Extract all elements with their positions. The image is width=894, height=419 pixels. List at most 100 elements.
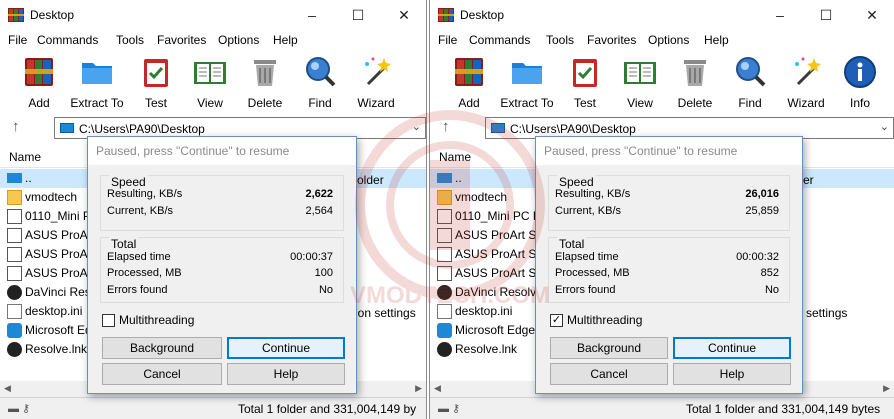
menu-favorites[interactable]: Favorites — [157, 33, 206, 47]
title-bar[interactable]: Desktop – ☐ ✕ — [430, 0, 894, 30]
dialog-title: Paused, press "Continue" to resume — [96, 144, 290, 158]
document-icon — [437, 247, 452, 262]
menu-options[interactable]: Options — [648, 33, 689, 47]
multithreading-checkbox[interactable]: ✓ — [550, 314, 563, 327]
scroll-left-icon[interactable]: ◀ — [434, 383, 441, 394]
title-bar[interactable]: Desktop – ☐ ✕ — [0, 0, 426, 30]
multithreading-checkbox[interactable] — [102, 314, 115, 327]
type-column-text: older — [357, 173, 384, 187]
wizard-label: Wizard — [357, 96, 395, 110]
desktop-icon — [491, 123, 505, 133]
maximize-button[interactable]: ☐ — [803, 0, 849, 30]
file-name: desktop.ini — [455, 304, 513, 318]
wizard-button[interactable]: Wizard — [343, 54, 409, 110]
minimize-button[interactable]: – — [289, 0, 335, 30]
file-name: 0110_Mini PC P — [455, 209, 541, 223]
file-name: ASUS ProArt Se — [455, 228, 544, 242]
progress-dialog-right: Paused, press "Continue" to resume Speed… — [535, 136, 803, 394]
folder-icon — [7, 190, 22, 205]
settings-file-icon — [7, 304, 22, 319]
resulting-value: 2,622 — [305, 188, 333, 200]
errors-label: Errors found — [107, 284, 168, 296]
multithreading-label: Multithreading — [567, 313, 643, 327]
davinci-resolve-icon — [7, 342, 22, 357]
file-name: Resolve.lnk — [25, 342, 88, 356]
test-clipboard-icon — [144, 59, 168, 87]
add-button[interactable]: Add — [6, 54, 72, 110]
minimize-button[interactable]: – — [757, 0, 803, 30]
menu-commands[interactable]: Commands — [469, 33, 530, 47]
cancel-button[interactable]: Cancel — [550, 363, 668, 385]
background-button[interactable]: Background — [102, 337, 222, 359]
settings-file-icon — [437, 304, 452, 319]
continue-button[interactable]: Continue — [673, 337, 791, 359]
menu-help[interactable]: Help — [704, 33, 729, 47]
resulting-label: Resulting, KB/s — [107, 188, 183, 200]
chevron-down-icon[interactable]: ⌄ — [412, 120, 421, 133]
menu-tools[interactable]: Tools — [546, 33, 574, 47]
toolbar: Add Extract To Test View Delete Find Wiz… — [430, 50, 894, 112]
menu-file[interactable]: File — [8, 33, 27, 47]
document-icon — [7, 266, 22, 281]
menu-options[interactable]: Options — [218, 33, 259, 47]
elapsed-label: Elapsed time — [555, 251, 619, 263]
resulting-value: 26,016 — [745, 188, 779, 200]
document-icon — [7, 228, 22, 243]
help-button[interactable]: Help — [227, 363, 345, 385]
menu-commands[interactable]: Commands — [37, 33, 98, 47]
total-group: Total Elapsed time 00:00:37 Processed, M… — [100, 237, 344, 303]
scroll-left-icon[interactable]: ◀ — [4, 383, 11, 394]
background-button[interactable]: Background — [550, 337, 668, 359]
drive-key-icon[interactable]: ▬ ⚷ — [8, 402, 30, 415]
progress-dialog-left: Paused, press "Continue" to resume Speed… — [87, 136, 357, 394]
menu-tools[interactable]: Tools — [116, 33, 144, 47]
menu-help[interactable]: Help — [273, 33, 298, 47]
resulting-label: Resulting, KB/s — [555, 188, 631, 200]
extract-to-button[interactable]: Extract To — [494, 54, 560, 110]
file-name: Microsoft Edge — [455, 323, 536, 337]
add-button[interactable]: Add — [436, 54, 502, 110]
total-group: Total Elapsed time 00:00:32 Processed, M… — [548, 237, 790, 303]
menu-favorites[interactable]: Favorites — [587, 33, 636, 47]
close-button[interactable]: ✕ — [849, 0, 894, 30]
dialog-title-bar[interactable]: Paused, press "Continue" to resume — [88, 137, 356, 165]
trash-icon — [684, 60, 706, 86]
dialog-title: Paused, press "Continue" to resume — [544, 144, 738, 158]
current-value: 2,564 — [305, 205, 333, 217]
elapsed-value: 00:00:37 — [290, 251, 333, 263]
davinci-resolve-icon — [437, 342, 452, 357]
close-button[interactable]: ✕ — [381, 0, 426, 30]
help-button[interactable]: Help — [673, 363, 791, 385]
scroll-right-icon[interactable]: ▶ — [883, 383, 890, 394]
add-label: Add — [458, 96, 480, 110]
menu-file[interactable]: File — [438, 33, 457, 47]
edge-icon — [7, 323, 22, 338]
info-button[interactable]: Info — [827, 54, 893, 110]
current-label: Current, KB/s — [107, 205, 174, 217]
davinci-resolve-icon — [437, 285, 452, 300]
column-name[interactable]: Name — [439, 150, 471, 164]
chevron-down-icon[interactable]: ⌄ — [880, 120, 889, 133]
continue-button[interactable]: Continue — [227, 337, 345, 359]
speed-title: Speed — [557, 175, 596, 189]
type-column-text: er — [803, 173, 814, 187]
davinci-resolve-icon — [7, 285, 22, 300]
path-text: C:\Users\PA90\Desktop — [510, 122, 636, 136]
up-arrow-icon[interactable]: ↑ — [12, 118, 20, 135]
file-name: 0110_Mini P — [25, 209, 91, 223]
extract-to-button[interactable]: Extract To — [64, 54, 130, 110]
file-name: ASUS ProAr — [25, 228, 92, 242]
column-name[interactable]: Name — [9, 150, 41, 164]
drive-key-icon[interactable]: ▬ ⚷ — [438, 402, 460, 415]
maximize-button[interactable]: ☐ — [335, 0, 381, 30]
processed-value: 100 — [314, 267, 333, 279]
cancel-button[interactable]: Cancel — [102, 363, 222, 385]
winrar-app-icon — [8, 8, 24, 22]
current-label: Current, KB/s — [555, 205, 622, 217]
file-name: vmodtech — [25, 190, 78, 204]
file-name: DaVinci Resolv — [455, 285, 537, 299]
processed-label: Processed, MB — [107, 267, 182, 279]
scroll-right-icon[interactable]: ▶ — [415, 383, 422, 394]
up-arrow-icon[interactable]: ↑ — [442, 118, 450, 135]
dialog-title-bar[interactable]: Paused, press "Continue" to resume — [536, 137, 802, 165]
